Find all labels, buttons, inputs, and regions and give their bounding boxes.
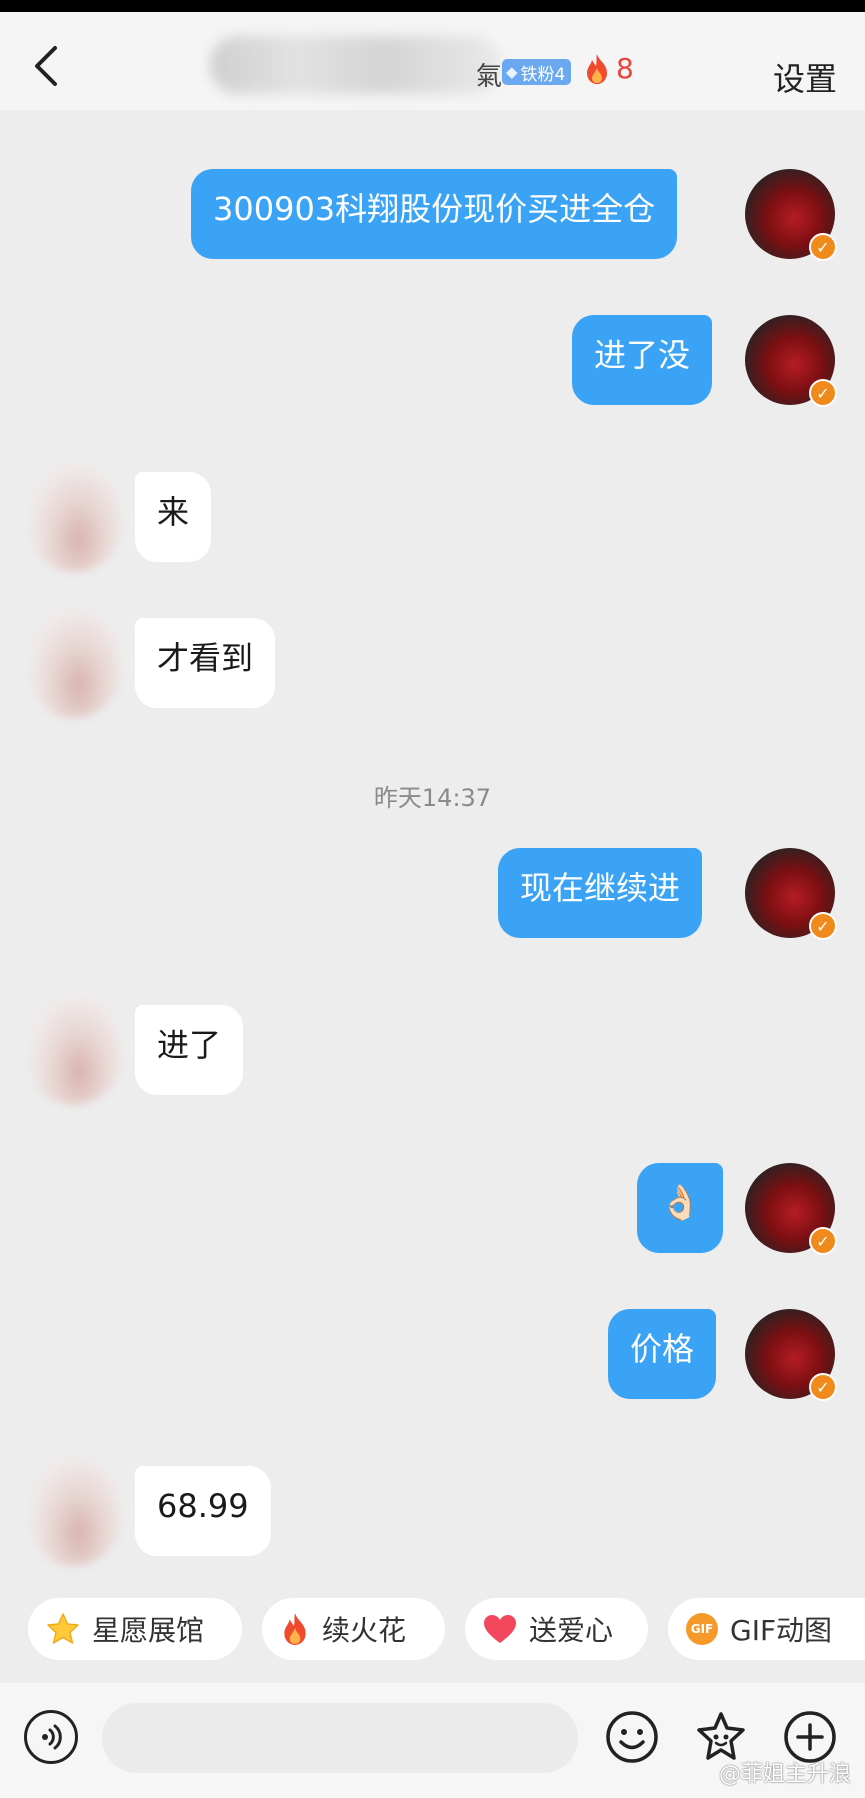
contact-name-blurred bbox=[210, 36, 500, 94]
quick-action-label: GIF动图 bbox=[730, 1614, 833, 1647]
flame-icon bbox=[587, 53, 607, 84]
emoji-button[interactable] bbox=[605, 1710, 659, 1764]
voice-input-button[interactable] bbox=[24, 1710, 78, 1764]
voice-wave-icon bbox=[42, 1724, 62, 1750]
contact-avatar[interactable] bbox=[28, 462, 120, 572]
contact-avatar[interactable] bbox=[28, 608, 120, 718]
quick-action-label: 续火花 bbox=[322, 1614, 407, 1647]
heart-icon bbox=[484, 1615, 516, 1643]
avatar[interactable]: ✓ bbox=[745, 1163, 837, 1255]
verified-badge-icon: ✓ bbox=[809, 379, 837, 407]
quick-action-send-heart[interactable]: 送爱心 bbox=[465, 1598, 648, 1660]
message-bubble-incoming[interactable]: 68.99 bbox=[135, 1466, 271, 1556]
message-bubble-incoming[interactable]: 才看到 bbox=[135, 618, 276, 708]
status-bar bbox=[0, 0, 865, 12]
quick-action-label: 送爱心 bbox=[529, 1614, 614, 1647]
message-input[interactable] bbox=[102, 1703, 578, 1773]
smiley-icon bbox=[606, 1711, 658, 1763]
fan-level-badge: ◆ 铁粉4 bbox=[502, 59, 572, 85]
avatar[interactable]: ✓ bbox=[745, 1309, 837, 1401]
message-bubble-incoming[interactable]: 来 bbox=[135, 472, 212, 562]
quick-action-star-gallery[interactable]: 星愿展馆 bbox=[28, 1598, 242, 1660]
avatar[interactable]: ✓ bbox=[745, 848, 837, 940]
settings-button[interactable]: 设置 bbox=[773, 54, 837, 100]
input-bar: @菲姐主升浪 bbox=[0, 1683, 865, 1798]
quick-action-label: 星愿展馆 bbox=[92, 1614, 205, 1647]
verified-badge-icon: ✓ bbox=[809, 233, 837, 261]
quick-actions-bar: 星愿展馆 续火花 送爱心 GIF GIF动图 bbox=[0, 1598, 865, 1664]
avatar[interactable]: ✓ bbox=[745, 169, 837, 261]
quick-action-gif[interactable]: GIF GIF动图 bbox=[668, 1598, 865, 1660]
avatar[interactable]: ✓ bbox=[745, 315, 837, 407]
streak-count: 8 bbox=[616, 52, 634, 85]
star-icon bbox=[47, 1613, 79, 1644]
verified-badge-icon: ✓ bbox=[809, 1227, 837, 1255]
verified-badge-icon: ✓ bbox=[809, 912, 837, 940]
gif-icon: GIF bbox=[686, 1613, 718, 1645]
message-bubble-outgoing[interactable]: 现在继续进 bbox=[498, 848, 703, 938]
chevron-left-icon bbox=[35, 46, 57, 86]
streak-indicator: 8 bbox=[584, 52, 634, 85]
back-button[interactable] bbox=[22, 42, 70, 90]
contact-name-tail: 氣 bbox=[476, 62, 503, 92]
verified-badge-icon: ✓ bbox=[809, 1373, 837, 1401]
message-bubble-incoming[interactable]: 进了 bbox=[135, 1005, 244, 1095]
message-bubble-outgoing[interactable]: 👌🏻 bbox=[637, 1163, 724, 1253]
contact-avatar[interactable] bbox=[28, 1456, 120, 1566]
diamond-icon: ◆ bbox=[506, 63, 518, 81]
watermark: @菲姐主升浪 bbox=[718, 1762, 851, 1787]
contact-avatar[interactable] bbox=[28, 995, 120, 1105]
message-bubble-outgoing[interactable]: 价格 bbox=[608, 1309, 717, 1399]
message-bubble-outgoing[interactable]: 300903科翔股份现价买进全仓 bbox=[191, 169, 678, 259]
chat-header: 氣 ◆ 铁粉4 8 设置 bbox=[0, 12, 865, 110]
quick-action-continue-spark[interactable]: 续火花 bbox=[262, 1598, 445, 1660]
fan-badge-label: 铁粉4 bbox=[520, 64, 566, 85]
flame-icon bbox=[284, 1613, 306, 1645]
message-bubble-outgoing[interactable]: 进了没 bbox=[572, 315, 713, 405]
message-timestamp: 昨天14:37 bbox=[373, 784, 492, 812]
